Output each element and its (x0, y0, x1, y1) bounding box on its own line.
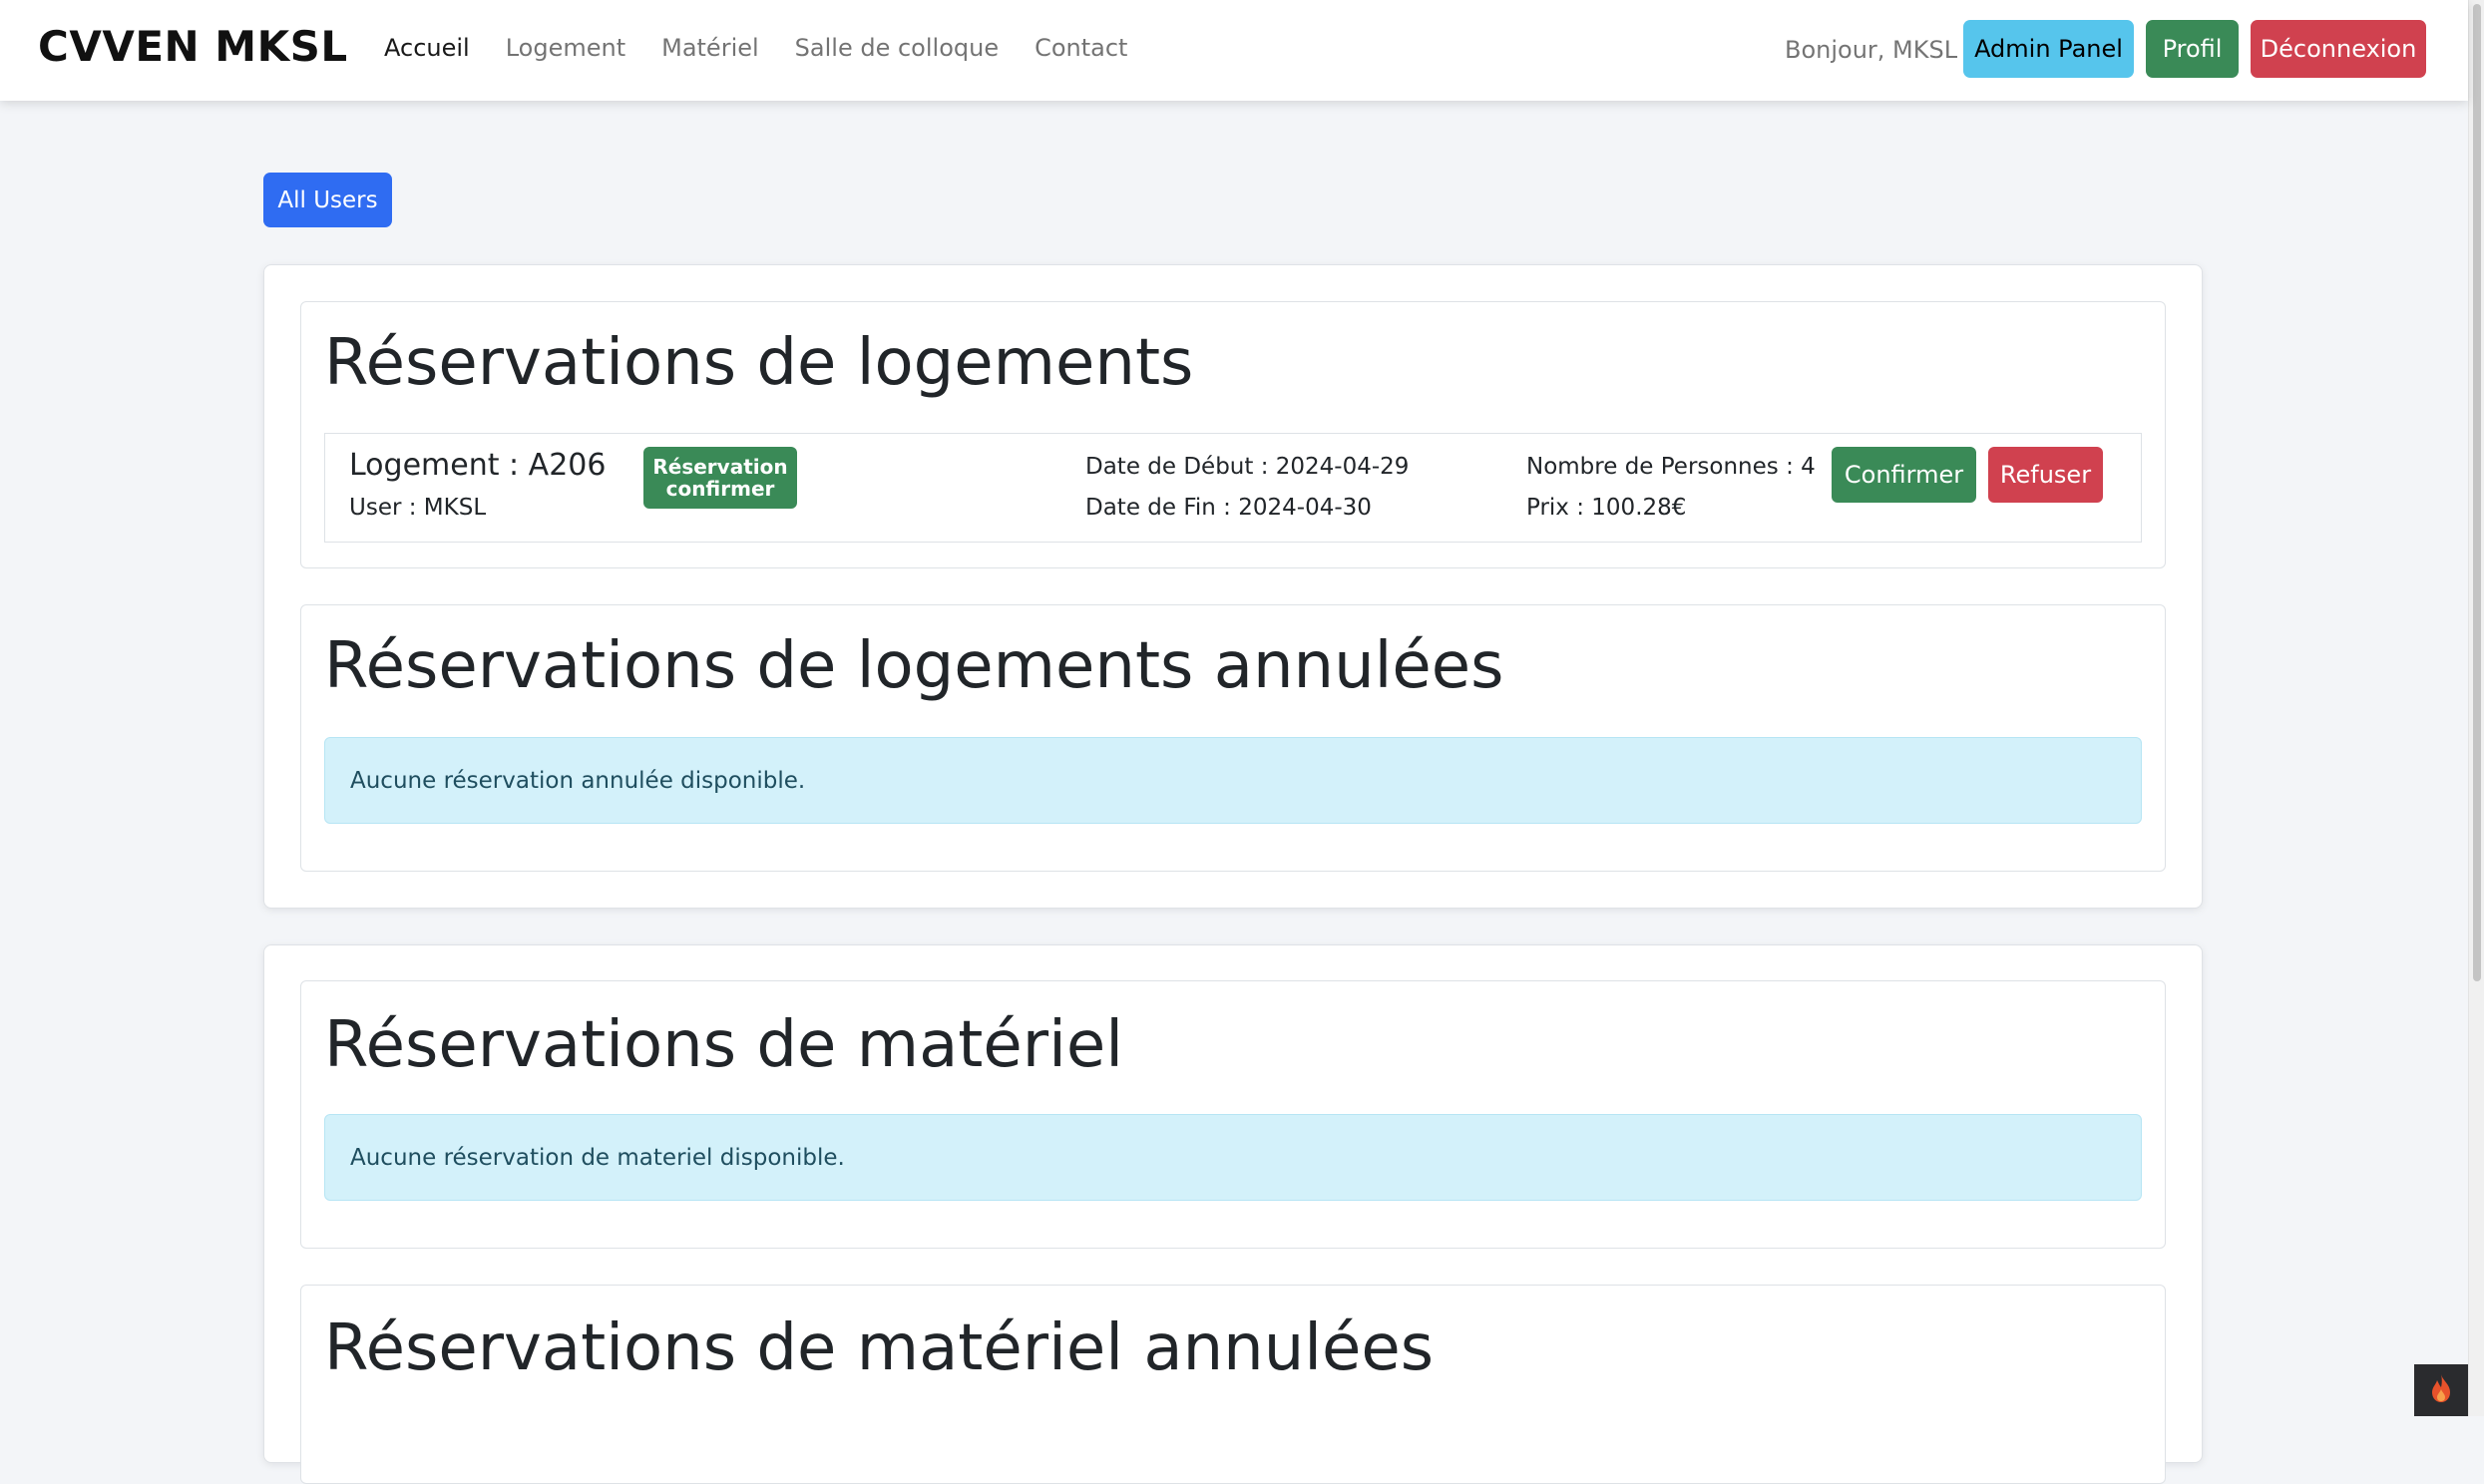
reservation-prix: Prix : 100.28€ (1526, 495, 1687, 521)
materiel-annulees-title: Réservations de matériel annulées (324, 1311, 1435, 1385)
reservation-date-debut: Date de Début : 2024-04-29 (1085, 454, 1410, 480)
flame-icon (2428, 1373, 2454, 1407)
page-scrollbar[interactable] (2468, 0, 2484, 1416)
nav-links: Accueil Logement Matériel Salle de collo… (384, 34, 1163, 62)
reservation-date-fin: Date de Fin : 2024-04-30 (1085, 495, 1372, 521)
logements-annulees-empty-alert: Aucune réservation annulée disponible. (324, 737, 2142, 824)
reservation-nombre-personnes: Nombre de Personnes : 4 (1526, 454, 1816, 480)
nav-link-logement[interactable]: Logement (506, 34, 625, 62)
logements-annulees-title: Réservations de logements annulées (324, 629, 1504, 703)
logout-button[interactable]: Déconnexion (2251, 20, 2426, 78)
nav-link-accueil[interactable]: Accueil (384, 34, 470, 62)
reservation-user: User : MKSL (349, 495, 487, 521)
reservation-logement: Logement : A206 (349, 448, 607, 483)
user-greeting: Bonjour, MKSL (1785, 36, 1958, 64)
logements-reservations-title: Réservations de logements (324, 326, 1194, 400)
nav-link-salle-de-colloque[interactable]: Salle de colloque (795, 34, 999, 62)
profil-button[interactable]: Profil (2146, 20, 2239, 78)
status-badge: Réservation confirmer (643, 447, 797, 509)
nav-link-contact[interactable]: Contact (1035, 34, 1127, 62)
admin-panel-button[interactable]: Admin Panel (1963, 20, 2134, 78)
scrollbar-thumb[interactable] (2473, 4, 2481, 981)
refuse-button[interactable]: Refuser (1988, 447, 2103, 503)
materiel-reservations-title: Réservations de matériel (324, 1008, 1123, 1082)
materiel-empty-alert: Aucune réservation de materiel disponibl… (324, 1114, 2142, 1201)
all-users-button[interactable]: All Users (263, 173, 392, 227)
brand-logo[interactable]: CVVEN MKSL (38, 22, 348, 71)
nav-link-materiel[interactable]: Matériel (661, 34, 759, 62)
confirm-button[interactable]: Confirmer (1832, 447, 1976, 503)
top-navbar: CVVEN MKSL Accueil Logement Matériel Sal… (0, 0, 2468, 101)
debug-toolbar-toggle[interactable] (2414, 1364, 2468, 1416)
